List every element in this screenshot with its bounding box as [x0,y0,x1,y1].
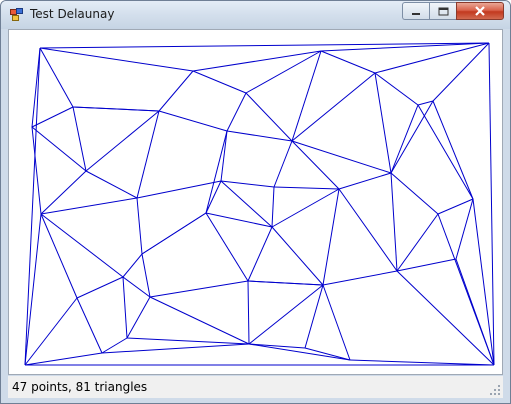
mesh-edge [271,226,324,286]
resize-grip-icon[interactable] [489,384,501,396]
mesh-edge [31,47,41,128]
mesh-edge [24,297,78,366]
mesh-edge [76,297,103,354]
mesh-edge [455,198,474,260]
mesh-edge [322,284,351,361]
mesh-edge [226,130,293,142]
mesh-edge [432,100,474,200]
mesh-edge [273,140,293,188]
mesh-edge [205,212,273,228]
mesh-edge [396,258,457,272]
title-bar[interactable]: Test Delaunay [1,1,510,29]
minimize-icon [411,12,420,15]
mesh-edge [126,296,151,339]
delaunay-canvas[interactable] [8,29,503,375]
mesh-edge [39,47,74,108]
mesh-edge [291,72,376,142]
mesh-edge [271,186,275,228]
mesh-edge [247,226,273,282]
mesh-edge [322,270,398,286]
mesh-edge [149,296,250,345]
app-window: Test Delaunay 47 points, 81 triangles [0,0,511,404]
mesh-edge [72,106,160,112]
mesh-edge [136,180,222,199]
mesh-edge [349,359,495,366]
mesh-edge [226,92,247,132]
mesh-edge [24,213,42,366]
mesh-edge [220,180,273,228]
mesh-edge [390,100,434,174]
maximize-button[interactable] [429,2,456,20]
mesh-edge [158,70,194,112]
status-bar: 47 points, 81 triangles [8,376,503,398]
mesh-edge [322,188,340,286]
mesh-edge [390,104,419,174]
mesh-edge [220,180,275,188]
mesh-edge [390,172,439,215]
mesh-edge [291,140,392,174]
mesh-edge [488,42,495,366]
mesh-edge [40,213,124,278]
mesh-edge [245,92,293,142]
mesh-edge [136,197,143,255]
minimize-button[interactable] [402,2,429,20]
mesh-edge [248,284,324,345]
mesh-edge [396,270,495,366]
mesh-edge [437,198,474,215]
mesh-edge [85,170,138,199]
mesh-edge [122,253,143,278]
mesh-edge [432,42,490,102]
mesh-edge [374,72,419,106]
mesh-edge [417,104,474,200]
close-icon [475,6,485,16]
mesh-edge [149,280,249,298]
mesh-edge [141,212,207,255]
mesh-edge [205,130,228,214]
mesh-edge [338,172,392,190]
mesh-edge [205,180,222,214]
mesh-edge [374,72,392,174]
triangulation-mesh [24,42,495,366]
mesh-edge [24,47,41,366]
mesh-edge [396,213,439,272]
mesh-edge [136,110,160,199]
app-icon[interactable] [10,8,24,22]
caption-buttons [402,2,504,21]
mesh-edge [390,172,398,272]
mesh-edge [101,337,128,354]
mesh-edge [192,70,247,94]
mesh-edge [304,284,324,349]
mesh-edge [192,50,322,72]
mesh-edge [101,343,250,354]
mesh-edge [76,276,124,299]
mesh-edge [273,186,340,190]
mesh-edge [122,276,151,298]
window-title: Test Delaunay [30,7,115,21]
mesh-edge [85,110,160,172]
mesh-edge [320,50,376,74]
mesh-edge [24,352,103,366]
mesh-edge [39,47,194,72]
mesh-edge [141,253,151,298]
mesh-edge [220,130,228,182]
mesh-edge [248,343,306,349]
status-text: 47 points, 81 triangles [12,380,148,394]
close-button[interactable] [456,2,504,20]
mesh-edge [437,213,495,366]
mesh-edge [247,280,250,345]
mesh-edge [247,280,324,286]
mesh-edge [122,276,128,339]
mesh-edge [205,212,249,282]
mesh-edge [31,126,42,215]
mesh-edge [248,343,351,361]
maximize-icon [438,7,448,15]
mesh-edge [158,110,228,132]
mesh-edge [472,198,495,366]
mesh-edge [126,337,250,345]
mesh-edge [31,106,74,128]
mesh-edge [271,188,340,228]
mesh-edge [39,42,490,49]
mesh-edge [338,188,398,272]
mesh-edge [40,213,78,299]
